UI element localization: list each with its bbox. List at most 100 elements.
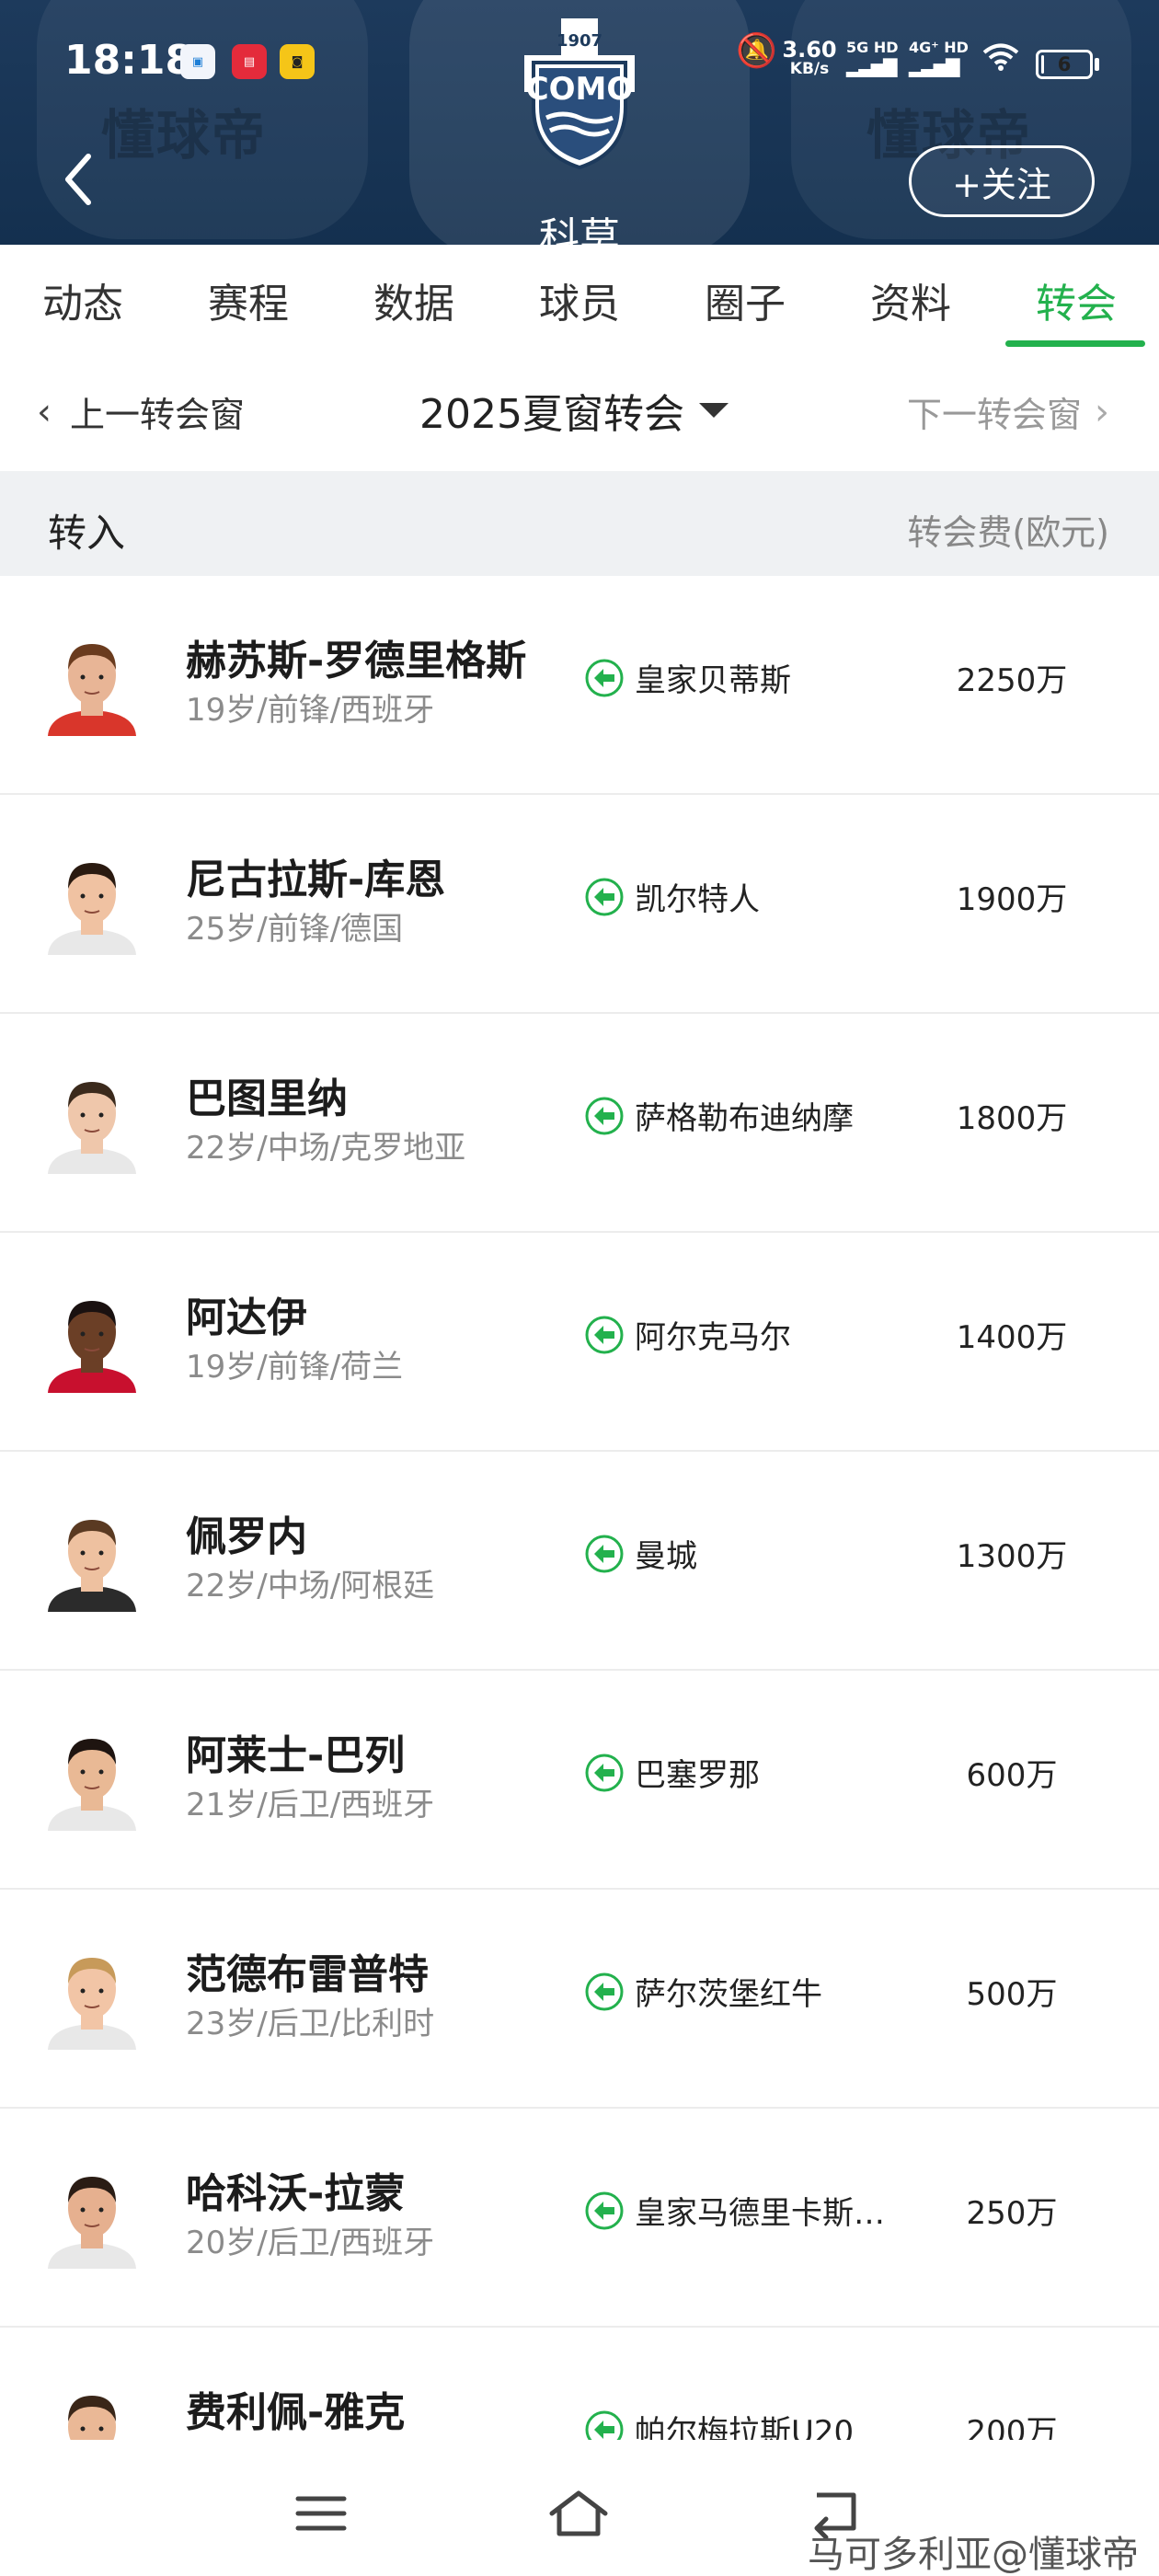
- net-speed-value: 3.60: [782, 37, 837, 63]
- prev-window-button[interactable]: ‹ 上一转会窗: [37, 386, 245, 437]
- signal-4g-icon: 4G⁺ HD ▂▃▅▇: [909, 39, 969, 77]
- from-club: 阿尔克马尔: [585, 1312, 791, 1357]
- player-meta: 19岁/前锋/西班牙: [186, 692, 435, 729]
- caret-down-icon: [698, 403, 729, 418]
- tab-stats[interactable]: 数据: [350, 270, 478, 329]
- player-avatar: [40, 1941, 143, 2050]
- team-header: 懂球帝 懂球帝 18:18 ▣ ▤ ◙ 🔕 3.60 KB/s 5G HD ▂▃…: [0, 0, 1159, 245]
- net-speed: 3.60 KB/s: [782, 39, 837, 77]
- window-selector-label: 2025夏窗转会: [419, 391, 684, 438]
- player-avatar: [40, 1284, 143, 1393]
- arrow-in-icon: [585, 1754, 624, 1791]
- from-club: 巴塞罗那: [585, 1750, 760, 1795]
- browser-app-icon: ▣: [180, 44, 215, 79]
- arrow-in-icon: [585, 659, 624, 696]
- from-club-name: 阿尔克马尔: [635, 1319, 791, 1356]
- battery-level: 6: [1057, 53, 1072, 75]
- menu-button[interactable]: [289, 2486, 353, 2541]
- taxi-app-icon: ◙: [280, 44, 315, 79]
- from-club-name: 皇家马德里卡斯…: [635, 2195, 885, 2232]
- transfer-row[interactable]: 佩罗内 22岁/中场/阿根廷 曼城 1300万: [0, 1452, 1159, 1671]
- arrow-in-icon: [585, 1535, 624, 1572]
- logo-year: 1907: [557, 31, 602, 51]
- tab-bar: 动态 赛程 数据 球员 圈子 资料 转会: [0, 245, 1159, 355]
- tab-news[interactable]: 动态: [18, 270, 147, 329]
- team-logo: 1907 COMO: [497, 15, 662, 180]
- transfer-row[interactable]: 阿达伊 19岁/前锋/荷兰 阿尔克马尔 1400万: [0, 1233, 1159, 1452]
- from-club-name: 萨格勒布迪纳摩: [635, 1100, 854, 1137]
- player-meta: 20岁/后卫/西班牙: [186, 2225, 435, 2261]
- player-avatar: [40, 846, 143, 955]
- logo-text: COMO: [526, 71, 634, 108]
- player-avatar: [40, 1065, 143, 1174]
- arrow-in-icon: [585, 1097, 624, 1134]
- tab-transfers[interactable]: 转会: [1012, 270, 1141, 329]
- transfer-fee: 1300万: [956, 1538, 1068, 1575]
- menu-icon: [295, 2496, 347, 2531]
- transfer-row[interactable]: 尼古拉斯-库恩 25岁/前锋/德国 凯尔特人 1900万: [0, 795, 1159, 1014]
- status-time: 18:18: [64, 37, 194, 84]
- wifi-icon: [982, 42, 1019, 72]
- signal-5g-icon: 5G HD ▂▃▅▇: [846, 39, 899, 77]
- arrow-in-icon: [585, 878, 624, 915]
- player-meta: 19岁/前锋/荷兰: [186, 1349, 404, 1386]
- signal-5g-label: 5G HD: [846, 39, 899, 56]
- chevron-right-icon: ›: [1095, 390, 1110, 433]
- fee-column-header: 转会费(欧元): [907, 512, 1109, 553]
- bell-muted-icon: 🔕: [736, 32, 777, 70]
- player-name: 阿莱士-巴列: [186, 1732, 406, 1779]
- section-title: 转入: [48, 511, 126, 556]
- battery-tip: [1095, 58, 1099, 71]
- transfer-fee: 250万: [966, 2195, 1058, 2232]
- net-speed-unit: KB/s: [789, 60, 830, 78]
- arrow-in-icon: [585, 1972, 624, 2010]
- home-icon: [549, 2490, 608, 2536]
- tab-community[interactable]: 圈子: [681, 270, 809, 329]
- player-avatar: [40, 1503, 143, 1612]
- system-nav-bar: 马可多利亚@懂球帝: [0, 2440, 1159, 2576]
- tab-players[interactable]: 球员: [515, 270, 644, 329]
- xiaohongshu-app-icon: ▤: [232, 44, 267, 79]
- chevron-left-icon: ‹: [37, 390, 52, 433]
- watermark-credit: 马可多利亚@懂球帝: [808, 2534, 1139, 2576]
- player-meta: 22岁/中场/克罗地亚: [186, 1130, 466, 1167]
- from-club: 皇家马德里卡斯…: [585, 2188, 885, 2233]
- player-name: 佩罗内: [186, 1513, 307, 1560]
- transfer-row[interactable]: 范德布雷普特 23岁/后卫/比利时 萨尔茨堡红牛 500万: [0, 1890, 1159, 2109]
- transfer-fee: 600万: [966, 1757, 1058, 1794]
- next-window-button[interactable]: 下一转会窗 ›: [907, 386, 1109, 437]
- player-name: 尼古拉斯-库恩: [186, 857, 446, 903]
- from-club-name: 曼城: [635, 1538, 697, 1575]
- transfer-fee: 2250万: [956, 662, 1068, 699]
- transfer-fee: 1900万: [956, 881, 1068, 918]
- player-meta: 21岁/后卫/西班牙: [186, 1787, 435, 1823]
- back-button[interactable]: [55, 147, 101, 212]
- transfer-fee: 1400万: [956, 1319, 1068, 1356]
- follow-button[interactable]: +关注: [909, 145, 1095, 217]
- transfer-row[interactable]: 巴图里纳 22岁/中场/克罗地亚 萨格勒布迪纳摩 1800万: [0, 1014, 1159, 1233]
- transfer-row[interactable]: 赫苏斯-罗德里格斯 19岁/前锋/西班牙 皇家贝蒂斯 2250万: [0, 576, 1159, 795]
- transfer-row[interactable]: 阿莱士-巴列 21岁/后卫/西班牙 巴塞罗那 600万: [0, 1671, 1159, 1890]
- battery-icon: 6: [1036, 50, 1093, 79]
- next-window-label: 下一转会窗: [907, 395, 1083, 435]
- window-selector[interactable]: 2025夏窗转会: [419, 381, 729, 440]
- from-club-name: 凯尔特人: [635, 881, 760, 918]
- from-club-name: 萨尔茨堡红牛: [635, 1976, 822, 2013]
- active-tab-indicator: [1005, 340, 1145, 347]
- player-avatar: [40, 2160, 143, 2269]
- from-club: 凯尔特人: [585, 874, 760, 919]
- tab-schedule[interactable]: 赛程: [184, 270, 313, 329]
- signal-4g-label: 4G⁺ HD: [909, 39, 969, 56]
- from-club-name: 皇家贝蒂斯: [635, 662, 791, 699]
- from-club: 萨尔茨堡红牛: [585, 1969, 822, 2014]
- player-name: 费利佩-雅克: [186, 2389, 406, 2436]
- player-name: 哈科沃-拉蒙: [186, 2170, 406, 2217]
- transfer-row[interactable]: 哈科沃-拉蒙 20岁/后卫/西班牙 皇家马德里卡斯… 250万: [0, 2109, 1159, 2328]
- player-meta: 25岁/前锋/德国: [186, 911, 404, 948]
- transfer-list: 赫苏斯-罗德里格斯 19岁/前锋/西班牙 皇家贝蒂斯 2250万 尼古拉斯-库恩…: [0, 576, 1159, 2547]
- arrow-in-icon: [585, 2191, 624, 2229]
- home-button[interactable]: [546, 2486, 611, 2541]
- player-name: 赫苏斯-罗德里格斯: [186, 638, 527, 684]
- prev-window-label: 上一转会窗: [70, 395, 246, 435]
- tab-info[interactable]: 资料: [846, 270, 975, 329]
